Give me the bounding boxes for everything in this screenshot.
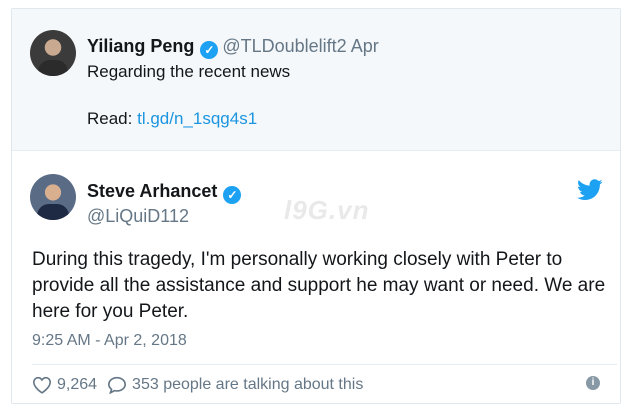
parent-header: Yiliang Peng ✓ @TLDoublelift2 Apr <box>87 36 379 59</box>
conversation-action[interactable]: 353 people are talking about this <box>107 376 363 394</box>
author-name-row: Steve Arhancet ✓ <box>87 181 242 204</box>
author-handle[interactable]: @LiQuiD112 <box>87 206 189 227</box>
verified-badge-icon: ✓ <box>223 186 242 204</box>
parent-tweet-text: Regarding the recent news <box>87 62 291 81</box>
info-icon[interactable]: i <box>586 376 600 390</box>
twitter-bird-icon[interactable] <box>577 179 603 201</box>
watermark-logo: l9G.vn <box>284 195 370 225</box>
parent-handle-date[interactable]: @TLDoublelift2 Apr <box>222 36 378 56</box>
like-count: 9,264 <box>57 376 98 393</box>
divider <box>32 364 617 365</box>
author-name[interactable]: Steve Arhancet <box>87 181 217 201</box>
heart-icon <box>32 376 52 394</box>
tweet-body: During this tragedy, I'm personally work… <box>32 249 606 322</box>
tweet-timestamp[interactable]: 9:25 AM - Apr 2, 2018 <box>32 332 187 350</box>
read-label: Read: <box>87 109 133 128</box>
read-link[interactable]: tl.gd/n_1sqg4s1 <box>137 109 257 128</box>
tweet-embed-card: Yiliang Peng ✓ @TLDoublelift2 Apr Regardin… <box>11 8 621 404</box>
author-avatar[interactable] <box>30 174 76 220</box>
parent-tweet[interactable]: Yiliang Peng ✓ @TLDoublelift2 Apr Regardin… <box>12 9 620 151</box>
parent-author-name[interactable]: Yiliang Peng <box>87 36 194 56</box>
parent-read-line: Read: tl.gd/n_1sqg4s1 <box>87 109 257 129</box>
verified-badge-icon: ✓ <box>200 41 219 59</box>
parent-avatar[interactable] <box>30 30 76 76</box>
talking-about-text: 353 people are talking about this <box>132 376 364 393</box>
tweet-actions: 9,264 353 people are talking about this <box>32 373 373 397</box>
speech-bubble-icon <box>108 376 127 394</box>
like-action[interactable]: 9,264 <box>32 376 97 394</box>
